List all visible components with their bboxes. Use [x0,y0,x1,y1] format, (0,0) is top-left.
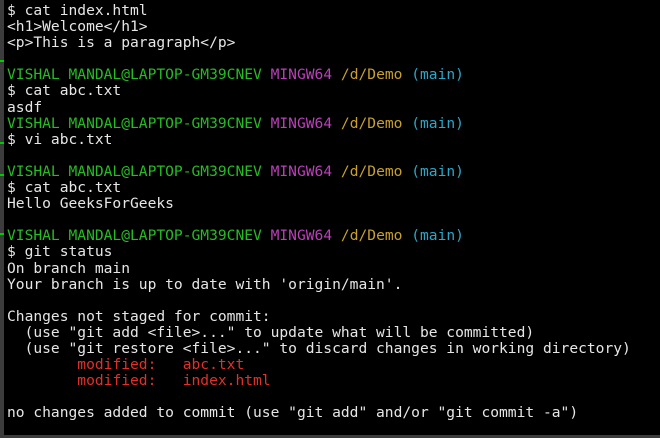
prompt-line: VISHAL MANDAL@LAPTOP-GM39CNEV MINGW64 /d… [7,162,660,180]
command-text: $ vi abc.txt [7,130,113,148]
edge-marker [0,174,4,176]
output-text: Changes not staged for commit: [7,307,271,325]
modified-file-name: abc.txt [182,356,245,374]
prompt-user-host: VISHAL MANDAL@LAPTOP-GM39CNEV [7,66,262,84]
prompt-line: VISHAL MANDAL@LAPTOP-GM39CNEV MINGW64 /d… [7,228,660,244]
prompt-branch: (main) [411,66,464,84]
modified-label: modified: [77,372,157,390]
prompt-branch: (main) [411,227,464,245]
edge-marker [0,233,4,235]
output-line: no changes added to commit (use "git add… [7,405,660,421]
prompt-system: MINGW64 [270,66,333,84]
output-line: On branch main [7,259,660,277]
prompt-system: MINGW64 [270,227,333,245]
output-line: <h1>Welcome</h1> [7,19,660,35]
output-text: <p>This is a paragraph</p> [7,34,236,52]
prompt-path: /d/Demo [340,227,403,245]
prompt-branch: (main) [411,114,464,132]
prompt-user-host: VISHAL MANDAL@LAPTOP-GM39CNEV [7,162,262,180]
output-text: (use "git restore <file>..." to discard … [7,339,631,357]
modified-file-line: modified: abc.txt [7,357,660,373]
command-line: $ vi abc.txt [7,130,660,148]
prompt-line: VISHAL MANDAL@LAPTOP-GM39CNEV MINGW64 /d… [7,114,660,132]
command-text: $ cat abc.txt [7,179,122,197]
prompt-user-host: VISHAL MANDAL@LAPTOP-GM39CNEV [7,114,262,132]
prompt-line: VISHAL MANDAL@LAPTOP-GM39CNEV MINGW64 /d… [7,67,660,83]
output-text: Hello GeeksForGeeks [7,195,174,213]
modified-file-name: index.html [182,372,271,390]
output-text: On branch main [7,259,131,277]
output-line: (use "git add <file>..." to update what … [7,323,660,341]
output-line: Hello GeeksForGeeks [7,196,660,212]
edge-marker [0,60,4,62]
modified-file-line: modified: index.html [7,373,660,389]
command-text: $ cat index.html [7,2,148,19]
command-line: $ git status [7,244,660,260]
output-line: asdf [7,98,660,116]
output-text: no changes added to commit (use "git add… [7,404,579,422]
edge-marker [0,142,4,144]
output-text: asdf [7,98,43,116]
output-text: <h1>Welcome</h1> [7,18,148,36]
output-text: Your branch is up to date with 'origin/m… [7,275,403,293]
command-line: $ cat abc.txt [7,179,660,197]
output-line: <p>This is a paragraph</p> [7,35,660,51]
output-line: Your branch is up to date with 'origin/m… [7,275,660,293]
prompt-branch: (main) [411,162,464,180]
output-line: Changes not staged for commit: [7,307,660,325]
command-line: $ cat abc.txt [7,83,660,99]
prompt-user-host: VISHAL MANDAL@LAPTOP-GM39CNEV [7,227,262,245]
command-text: $ cat abc.txt [7,82,122,100]
left-window-edge [0,0,4,438]
prompt-system: MINGW64 [270,162,333,180]
output-line: (use "git restore <file>..." to discard … [7,339,660,357]
output-text: (use "git add <file>..." to update what … [7,323,535,341]
prompt-path: /d/Demo [340,66,403,84]
terminal-window[interactable]: $ cat index.html <h1>Welcome</h1> <p>This … [0,0,660,438]
prompt-system: MINGW64 [270,114,333,132]
terminal-output[interactable]: $ cat index.html <h1>Welcome</h1> <p>This … [7,2,660,421]
modified-label: modified: [77,356,157,374]
command-line: $ cat index.html [7,2,660,19]
prompt-path: /d/Demo [340,162,403,180]
prompt-path: /d/Demo [340,114,403,132]
command-text: $ git status [7,243,113,261]
